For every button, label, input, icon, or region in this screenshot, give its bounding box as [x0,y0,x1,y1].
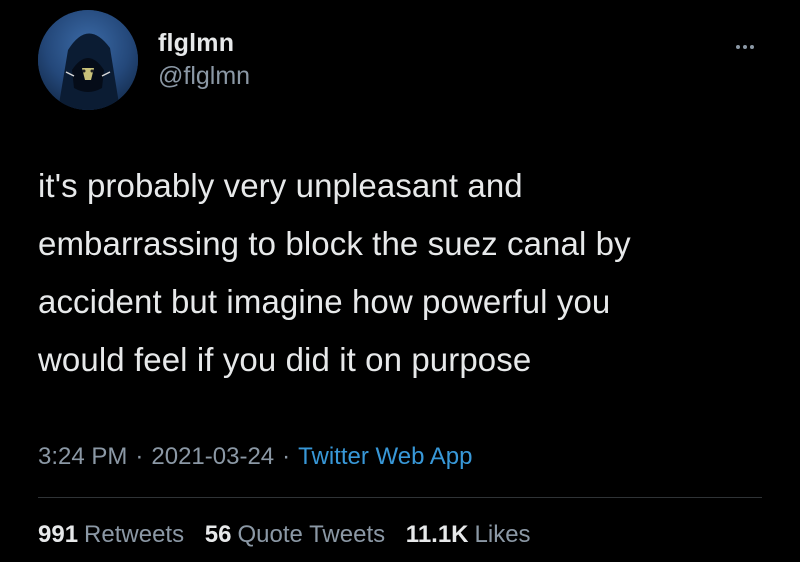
tweet-meta: 3:24 PM · 2021-03-24 · Twitter Web App [38,440,472,474]
tweet-text-line: accident but imagine how powerful you [38,283,611,320]
more-options-icon[interactable] [736,36,766,49]
tweet-stats: 991 Retweets 56 Quote Tweets 11.1K Likes [38,518,545,552]
tweet-header: flglmn @flglmn [38,10,768,110]
likes-stat[interactable]: 11.1K Likes [406,521,531,548]
divider [38,497,762,498]
retweets-label: Retweets [84,521,185,548]
display-name[interactable]: flglmn [158,28,250,58]
tweet-text-line: it's probably very unpleasant and [38,167,523,204]
likes-count: 11.1K [405,521,469,548]
quote-tweets-stat[interactable]: 56 Quote Tweets [205,521,385,548]
meta-separator: · [282,443,291,470]
quote-tweets-label: Quote Tweets [237,521,386,548]
tweet-text-line: would feel if you did it on purpose [38,341,532,378]
tweet-time[interactable]: 3:24 PM [38,443,127,470]
tweet-text-line: embarrassing to block the suez canal by [38,225,631,262]
author-names: flglmn @flglmn [158,28,250,92]
hooded-figure-avatar-icon [38,10,138,110]
quote-tweets-count: 56 [204,521,232,548]
meta-separator: · [135,443,144,470]
handle[interactable]: @flglmn [158,60,250,92]
retweets-count: 991 [38,521,79,548]
tweet-card: flglmn @flglmn it's probably very unplea… [0,0,800,562]
avatar[interactable] [38,10,138,110]
tweet-date[interactable]: 2021-03-24 [151,443,274,470]
tweet-source-link[interactable]: Twitter Web App [298,443,472,470]
likes-label: Likes [474,521,531,548]
retweets-stat[interactable]: 991 Retweets [38,521,184,548]
tweet-text: it's probably very unpleasant and embarr… [38,157,768,389]
